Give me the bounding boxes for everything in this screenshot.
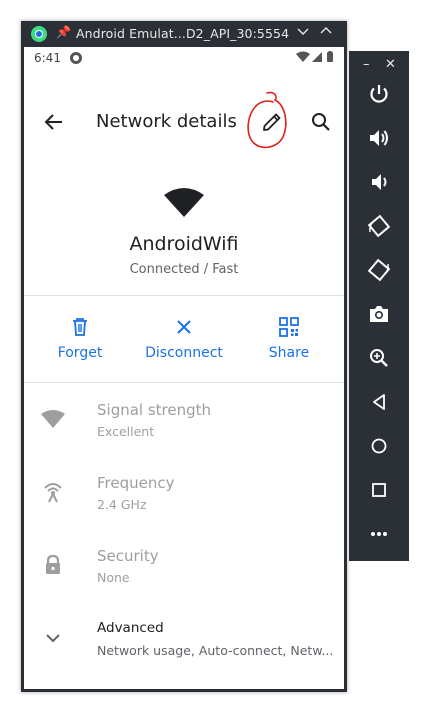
antenna-icon — [44, 483, 62, 503]
power-icon[interactable] — [367, 82, 391, 106]
detail-title: Frequency — [97, 474, 175, 492]
wifi-large-icon — [164, 188, 204, 217]
battery-status-icon — [327, 52, 333, 62]
wifi-icon — [41, 410, 65, 428]
trash-icon — [73, 318, 87, 336]
emulator-window: 📌 Android Emulat...D2_API_30:5554 6:41 N… — [21, 21, 347, 692]
window-title: Android Emulat...D2_API_30:5554 — [76, 26, 290, 41]
chevron-down-icon — [46, 634, 60, 643]
status-icons — [296, 51, 336, 66]
detail-value: Network usage, Auto-connect, Netw... — [97, 643, 334, 658]
notification-icon — [70, 52, 82, 64]
x-icon — [177, 320, 191, 334]
volume-down-icon[interactable] — [367, 170, 391, 194]
home-circle-icon[interactable] — [367, 434, 391, 458]
edit-pencil-icon[interactable] — [260, 110, 284, 134]
page-title: Network details — [96, 111, 237, 132]
volume-up-icon[interactable] — [367, 126, 391, 150]
minimize-icon[interactable]: – — [363, 57, 370, 72]
back-triangle-icon[interactable] — [367, 390, 391, 414]
forget-label: Forget — [57, 345, 103, 361]
more-icon[interactable] — [367, 522, 391, 546]
chevron-down-icon[interactable] — [294, 24, 312, 44]
divider — [24, 295, 344, 296]
detail-value: None — [97, 570, 130, 585]
zoom-icon[interactable] — [367, 346, 391, 370]
camera-icon[interactable] — [367, 302, 391, 326]
overview-square-icon[interactable] — [367, 478, 391, 502]
disconnect-label: Disconnect — [145, 345, 223, 361]
forget-button[interactable]: Forget — [35, 317, 125, 361]
lock-icon — [46, 554, 60, 574]
detail-row-signal-strength: Signal strength Excellent — [24, 401, 344, 461]
detail-row-frequency: Frequency 2.4 GHz — [24, 474, 344, 534]
detail-value: Excellent — [97, 424, 155, 439]
wifi-status-icon — [296, 51, 310, 62]
chevron-up-icon[interactable] — [317, 24, 335, 44]
detail-title: Advanced — [97, 620, 164, 636]
network-name: AndroidWifi — [129, 233, 239, 255]
detail-row-advanced[interactable]: Advanced Network usage, Auto-connect, Ne… — [24, 620, 344, 680]
rotate-right-icon[interactable] — [367, 258, 391, 282]
qr-code-icon — [279, 317, 299, 337]
share-button[interactable]: Share — [244, 317, 334, 361]
back-arrow-icon[interactable] — [42, 110, 66, 134]
rotate-left-icon[interactable] — [367, 214, 391, 238]
app-bar: Network details — [24, 102, 344, 142]
pin-icon[interactable]: 📌 — [56, 25, 71, 39]
detail-title: Signal strength — [97, 401, 212, 419]
disconnect-button[interactable]: Disconnect — [139, 317, 229, 361]
close-icon[interactable]: ✕ — [385, 57, 396, 72]
detail-row-security: Security None — [24, 547, 344, 607]
signal-status-icon — [312, 52, 322, 62]
emulator-logo-icon — [31, 26, 47, 42]
status-time: 6:41 — [34, 51, 61, 65]
detail-value: 2.4 GHz — [97, 497, 147, 512]
share-label: Share — [268, 345, 310, 361]
divider — [24, 382, 344, 383]
detail-title: Security — [97, 547, 159, 565]
window-titlebar[interactable]: 📌 Android Emulat...D2_API_30:5554 — [21, 21, 347, 47]
device-screen: 6:41 Network details AndroidWifi Connect… — [24, 47, 344, 689]
network-status: Connected / Fast — [129, 262, 239, 277]
status-bar: 6:41 — [24, 47, 344, 69]
emulator-side-toolbar: – ✕ — [349, 51, 409, 561]
search-icon[interactable] — [309, 110, 333, 134]
